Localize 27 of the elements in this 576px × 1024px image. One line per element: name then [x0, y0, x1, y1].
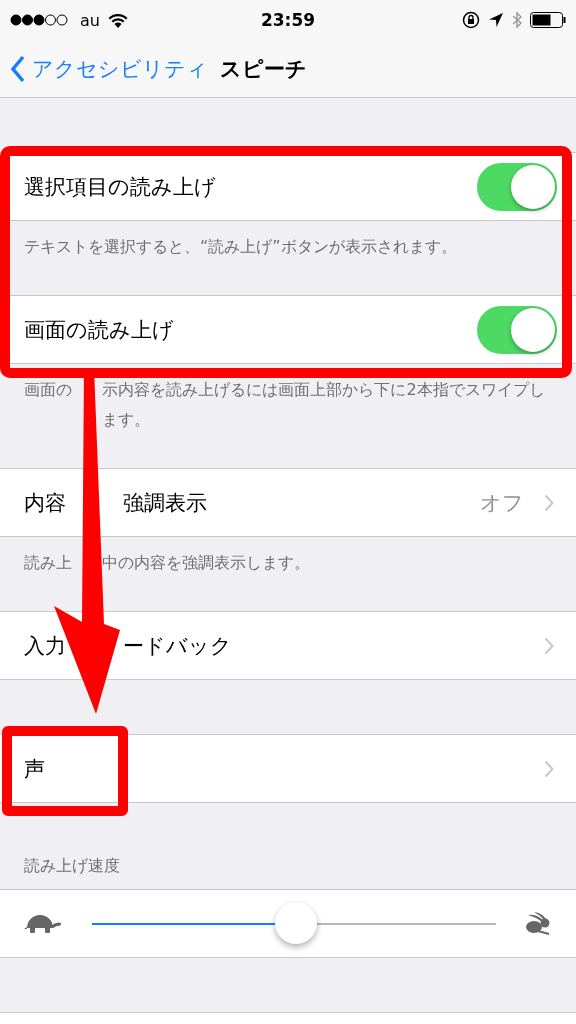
footer-note: 中の内容を強調表示します。: [102, 552, 312, 574]
toggle-switch[interactable]: [477, 305, 557, 354]
footer-note: テキストを選択すると、“読み上げ”ボタンが表示されます。: [24, 236, 458, 258]
section-header: 読み上げ速度: [24, 856, 120, 875]
back-button[interactable]: アクセシビリティ: [10, 54, 208, 83]
clock-time: 23:59: [259, 10, 317, 30]
row-label: 画面の読み上げ: [24, 316, 175, 344]
toggle-switch[interactable]: [477, 162, 557, 211]
bluetooth-icon: [512, 11, 522, 29]
rotation-lock-icon: [462, 11, 480, 29]
chevron-right-icon: [544, 759, 554, 778]
footer-note: 示内容を読み上げるには画面上部から下に2本指でスワイプします。: [102, 379, 546, 431]
chevron-right-icon: [544, 493, 554, 512]
battery-icon: [530, 12, 566, 28]
chevron-right-icon: [544, 636, 554, 655]
footer-note: 読み上: [24, 552, 72, 574]
speed-slider[interactable]: [92, 901, 496, 946]
carrier-name: au: [80, 10, 100, 30]
signal-icon: [10, 14, 68, 26]
footer-note: 画面の: [24, 379, 72, 401]
turtle-icon: [24, 912, 64, 935]
chevron-left-icon: [10, 54, 26, 83]
wifi-icon: [107, 12, 128, 28]
location-arrow-icon: [488, 12, 504, 28]
row-value: オフ: [480, 489, 524, 517]
page-title: スピーチ: [220, 55, 307, 83]
row-label: 選択項目の読み上げ: [24, 173, 217, 201]
